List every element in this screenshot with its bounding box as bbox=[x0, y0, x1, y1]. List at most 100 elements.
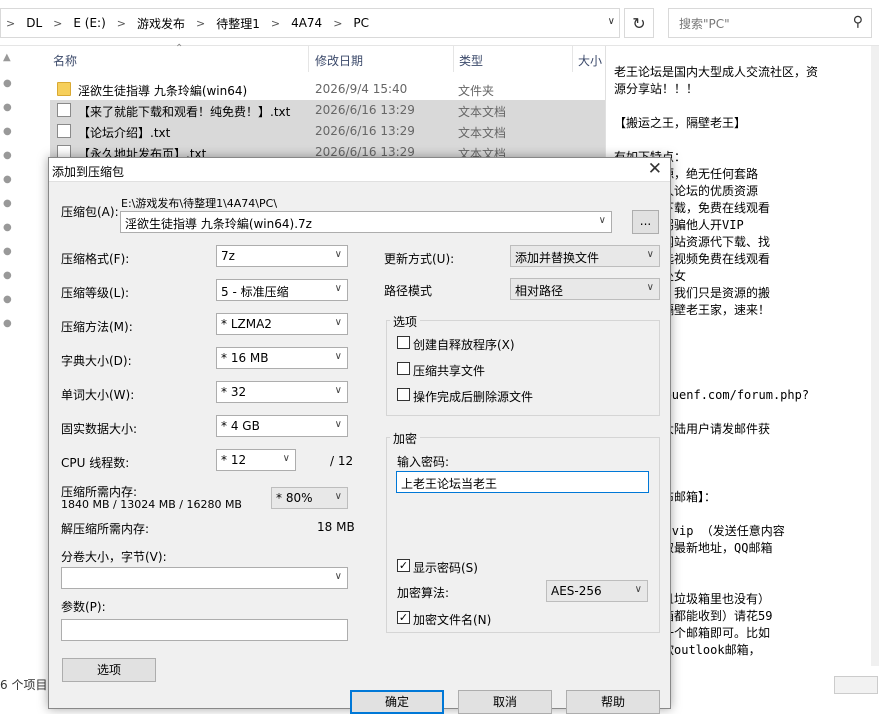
column-date[interactable]: 修改日期 bbox=[315, 52, 363, 69]
path-value: 相对路径 bbox=[515, 284, 564, 298]
decomp-value: 18 MB bbox=[317, 520, 355, 534]
dialog-title: 添加到压缩包 bbox=[52, 165, 125, 179]
breadcrumb-game[interactable]: 游戏发布 bbox=[131, 15, 191, 32]
update-value: 添加并替换文件 bbox=[515, 251, 600, 265]
view-toggle-button[interactable] bbox=[834, 676, 878, 694]
sfx-checkbox[interactable] bbox=[397, 336, 410, 349]
column-headers: 名称 ⌃ 修改日期 类型 大小 bbox=[15, 43, 605, 72]
chevron-right-icon[interactable]: > bbox=[48, 17, 67, 30]
chevron-down-icon: ∨ bbox=[334, 317, 342, 328]
update-select[interactable]: 添加并替换文件 ∨ bbox=[510, 245, 660, 267]
chevron-right-icon[interactable]: > bbox=[191, 17, 210, 30]
path-label: 路径模式 bbox=[384, 284, 433, 298]
breadcrumb-4a74[interactable]: 4A74 bbox=[285, 16, 328, 30]
options-button[interactable]: 选项 bbox=[62, 658, 156, 682]
threads-max: / 12 bbox=[330, 454, 354, 468]
delete-source-checkbox[interactable] bbox=[397, 388, 410, 401]
pin-icon: ● bbox=[3, 318, 12, 329]
format-label: 压缩格式(F): bbox=[61, 252, 130, 266]
column-type[interactable]: 类型 bbox=[459, 52, 483, 69]
column-name[interactable]: 名称 bbox=[53, 52, 77, 69]
breadcrumb-drive[interactable]: E (E:) bbox=[67, 16, 111, 30]
pin-icon: ▲ bbox=[3, 52, 11, 63]
cancel-button[interactable]: 取消 bbox=[458, 690, 552, 714]
text-file-icon bbox=[57, 103, 71, 117]
shared-checkbox[interactable] bbox=[397, 362, 410, 375]
method-select[interactable]: * LZMA2 ∨ bbox=[216, 313, 348, 335]
pin-icon: ● bbox=[3, 294, 12, 305]
archive-path: E:\游戏发布\待整理1\4A74\PC\ bbox=[121, 197, 278, 210]
update-label: 更新方式(U): bbox=[384, 252, 455, 266]
pin-icon: ● bbox=[3, 222, 12, 233]
threads-select[interactable]: * 12 ∨ bbox=[216, 449, 296, 471]
chevron-right-icon[interactable]: > bbox=[112, 17, 131, 30]
preview-line bbox=[614, 98, 879, 115]
enc-method-select[interactable]: AES-256 ∨ bbox=[546, 580, 648, 602]
archive-name-combo[interactable]: 淫欲生徒指導 九条玲編(win64).7z ∨ bbox=[120, 211, 612, 233]
enc-method-label: 加密算法: bbox=[397, 586, 450, 600]
help-button[interactable]: 帮助 bbox=[566, 690, 660, 714]
address-bar[interactable]: > DL > E (E:) > 游戏发布 > 待整理1 > 4A74 > PC … bbox=[0, 8, 620, 38]
encrypt-names-checkbox[interactable]: ✓ bbox=[397, 611, 410, 624]
chevron-right-icon[interactable]: > bbox=[266, 17, 285, 30]
chevron-down-icon[interactable]: ∨ bbox=[608, 16, 615, 27]
chevron-down-icon: ∨ bbox=[282, 453, 290, 464]
chevron-down-icon: ∨ bbox=[334, 491, 342, 502]
file-row[interactable]: 【来了就能下载和观看！纯免费！】.txt 2026/6/16 13:29 文本文… bbox=[50, 100, 605, 121]
file-name: 淫欲生徒指導 九条玲編(win64) bbox=[78, 84, 248, 98]
close-icon[interactable]: ✕ bbox=[648, 159, 662, 179]
archive-label: 压缩包(A): bbox=[61, 205, 119, 219]
volume-select[interactable]: ∨ bbox=[61, 567, 348, 589]
breadcrumb: > DL > E (E:) > 游戏发布 > 待整理1 > 4A74 > PC bbox=[1, 9, 375, 37]
browse-button[interactable]: ... bbox=[632, 210, 659, 234]
threads-label: CPU 线程数: bbox=[61, 456, 130, 470]
refresh-icon: ↻ bbox=[632, 13, 646, 33]
password-label: 输入密码: bbox=[397, 455, 450, 469]
archive-name: 淫欲生徒指導 九条玲編(win64).7z bbox=[125, 217, 312, 231]
word-select[interactable]: * 32 ∨ bbox=[216, 381, 348, 403]
show-password-checkbox[interactable]: ✓ bbox=[397, 559, 410, 572]
preview-line bbox=[614, 132, 879, 149]
file-date: 2026/9/4 15:40 bbox=[315, 82, 408, 96]
breadcrumb-pending[interactable]: 待整理1 bbox=[210, 15, 266, 32]
breadcrumb-pc[interactable]: PC bbox=[347, 16, 375, 30]
ok-button[interactable]: 确定 bbox=[350, 690, 444, 714]
decomp-label: 解压缩所需内存: bbox=[61, 522, 150, 536]
password-input[interactable]: 上老王论坛当老王 bbox=[396, 471, 649, 493]
pin-icon: ● bbox=[3, 270, 12, 281]
format-select[interactable]: 7z ∨ bbox=[216, 245, 348, 267]
solid-select[interactable]: * 4 GB ∨ bbox=[216, 415, 348, 437]
breadcrumb-dl[interactable]: DL bbox=[20, 16, 48, 30]
params-input[interactable] bbox=[61, 619, 348, 641]
chevron-down-icon: ∨ bbox=[598, 215, 606, 226]
column-size[interactable]: 大小 bbox=[578, 52, 602, 69]
address-bar-area: > DL > E (E:) > 游戏发布 > 待整理1 > 4A74 > PC … bbox=[0, 0, 879, 46]
mem-values: 1840 MB / 13024 MB / 16280 MB bbox=[61, 498, 242, 511]
file-row[interactable]: 淫欲生徒指導 九条玲編(win64) 2026/9/4 15:40 文件夹 bbox=[50, 79, 605, 100]
pin-icon: ● bbox=[3, 198, 12, 209]
pin-icon: ● bbox=[3, 126, 12, 137]
level-select[interactable]: 5 - 标准压缩 ∨ bbox=[216, 279, 348, 301]
preview-scrollbar[interactable] bbox=[871, 46, 879, 666]
preview-line: 老王论坛是国内大型成人交流社区，资 bbox=[614, 65, 819, 79]
mem-percent-select[interactable]: * 80% ∨ bbox=[271, 487, 348, 509]
word-label: 单词大小(W): bbox=[61, 388, 135, 402]
dict-select[interactable]: * 16 MB ∨ bbox=[216, 347, 348, 369]
file-name: 【论坛介绍】.txt bbox=[78, 126, 171, 140]
sort-up-icon: ⌃ bbox=[175, 43, 184, 54]
preview-line: 【搬运之王，隔壁老王】 bbox=[614, 116, 747, 130]
search-input[interactable]: 搜索"PC" ⚲ bbox=[668, 8, 872, 38]
enc-method-value: AES-256 bbox=[551, 584, 602, 598]
options-group-title: 选项 bbox=[390, 313, 421, 330]
dialog-titlebar: 添加到压缩包 ✕ bbox=[49, 158, 670, 182]
refresh-button[interactable]: ↻ bbox=[624, 8, 654, 38]
chevron-right-icon[interactable]: > bbox=[328, 17, 347, 30]
format-value: 7z bbox=[221, 249, 235, 263]
sfx-label: 创建自释放程序(X) bbox=[413, 338, 515, 352]
chevron-right-icon[interactable]: > bbox=[1, 17, 20, 30]
mem-percent-value: * 80% bbox=[276, 491, 313, 505]
file-row[interactable]: 【论坛介绍】.txt 2026/6/16 13:29 文本文档 bbox=[50, 121, 605, 142]
path-select[interactable]: 相对路径 ∨ bbox=[510, 278, 660, 300]
delete-source-label: 操作完成后删除源文件 bbox=[413, 390, 534, 404]
solid-label: 固实数据大小: bbox=[61, 422, 138, 436]
